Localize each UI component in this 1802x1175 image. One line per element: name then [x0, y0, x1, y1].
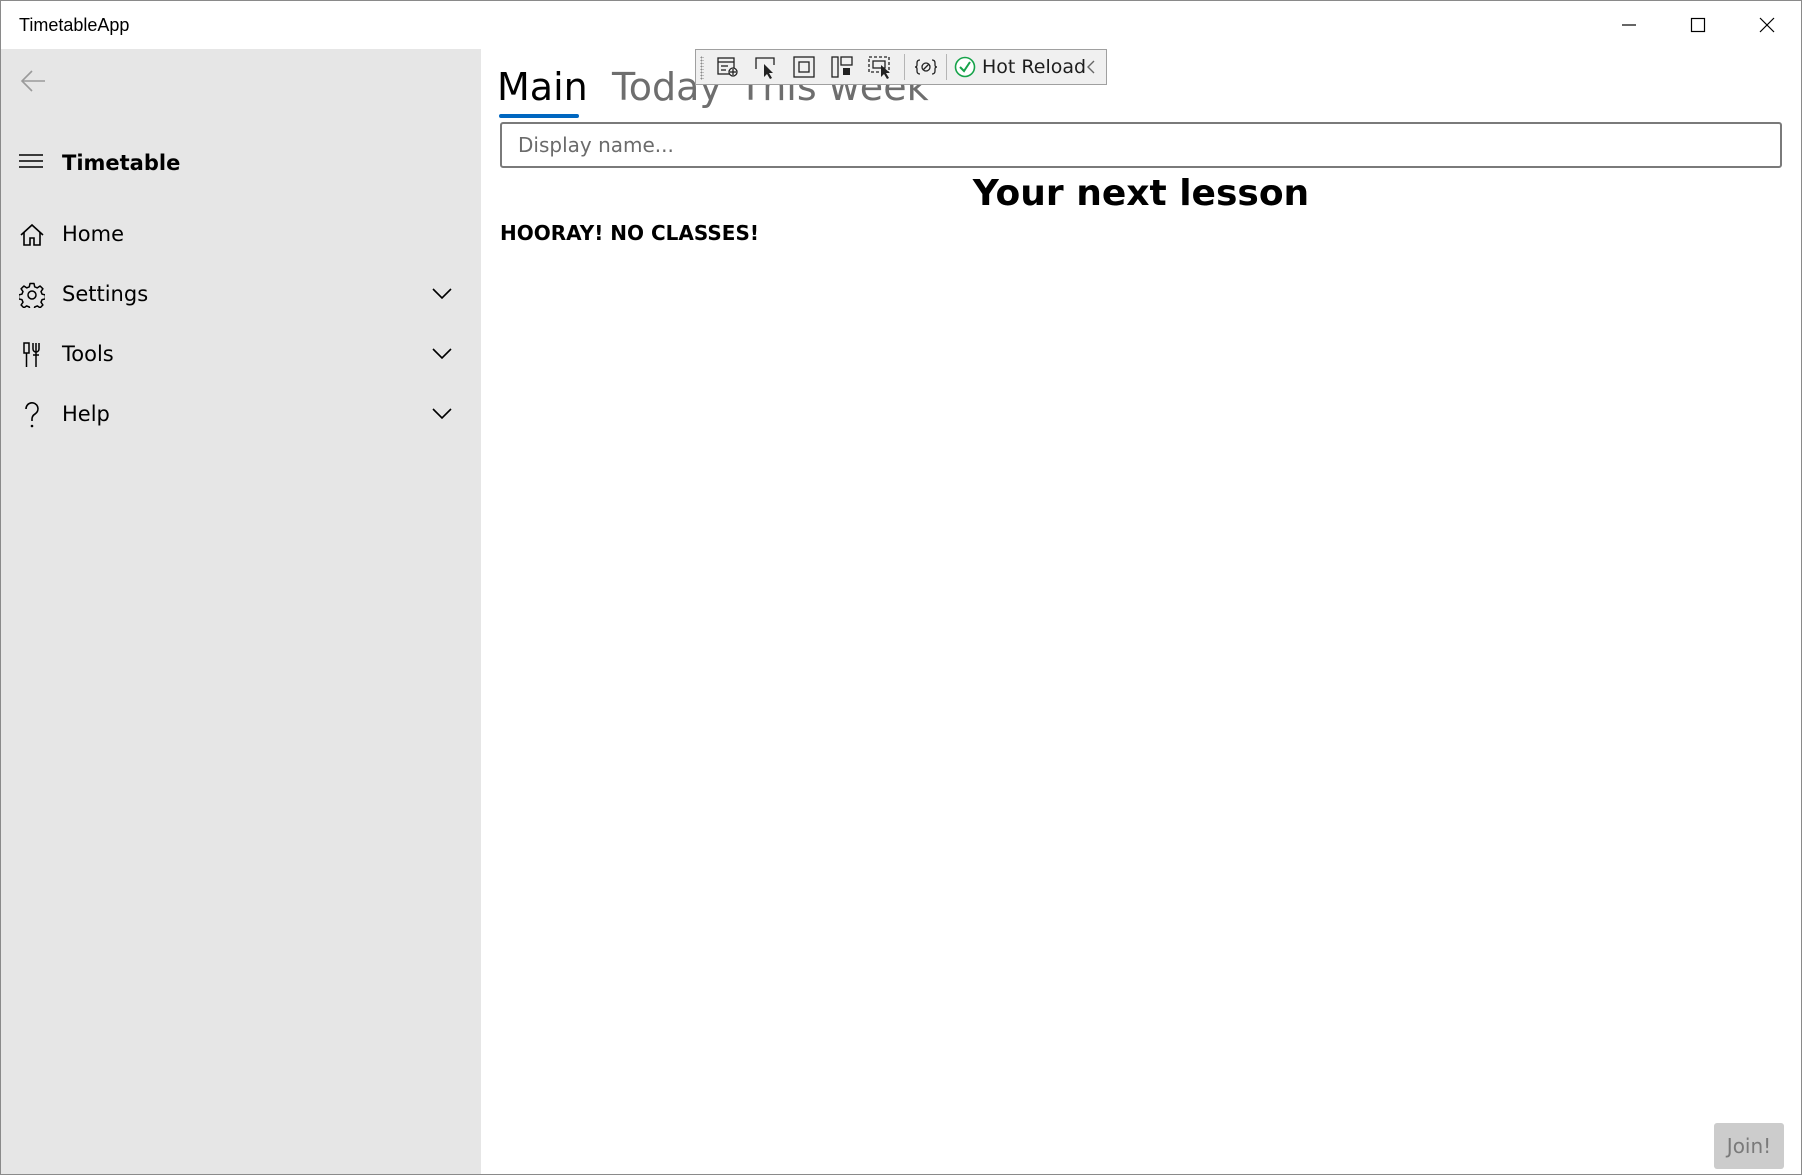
tools-icon	[19, 341, 45, 369]
toolbar-separator	[904, 54, 905, 80]
sidebar-item-label: Tools	[62, 342, 114, 366]
hamburger-menu-icon	[19, 154, 43, 168]
hot-reload-button[interactable]: Hot Reload	[954, 53, 1086, 81]
chevron-down-icon	[432, 348, 452, 360]
select-element-button[interactable]	[750, 53, 782, 81]
gear-icon	[19, 281, 45, 309]
sidebar-item-label: Settings	[62, 282, 149, 306]
lesson-status-text: HOORAY! NO CLASSES!	[500, 221, 759, 245]
maximize-button[interactable]	[1663, 1, 1732, 49]
question-icon	[19, 401, 45, 429]
back-arrow-icon	[20, 70, 45, 92]
live-visual-tree-button[interactable]	[712, 53, 744, 81]
home-icon	[19, 221, 45, 249]
in-app-selection-button[interactable]	[864, 53, 896, 81]
track-focus-button[interactable]	[826, 53, 858, 81]
sidebar-item-label: Home	[62, 222, 125, 246]
selected-tab-indicator	[499, 114, 579, 118]
close-button[interactable]	[1732, 1, 1801, 49]
hot-reload-label: Hot Reload	[982, 56, 1087, 78]
track-focus-icon	[831, 56, 853, 78]
go-to-live-visual-tree-icon	[717, 57, 738, 77]
chevron-down-icon	[432, 288, 452, 300]
binding-failures-icon	[914, 59, 938, 75]
toolbar-separator	[946, 54, 947, 80]
navigation-pane: Timetable Home Settings Tools Help	[1, 49, 481, 1174]
collapse-toolbar-button[interactable]	[1080, 53, 1102, 81]
next-lesson-heading: Your next lesson	[972, 173, 1310, 214]
title-bar: TimetableApp	[1, 1, 1801, 49]
toolbar-grip[interactable]	[700, 56, 704, 80]
pane-header[interactable]: Timetable	[1, 141, 481, 185]
binding-failures-button[interactable]	[910, 53, 942, 81]
sidebar-item-settings[interactable]: Settings	[1, 267, 481, 323]
debug-toolbar: Hot Reload	[695, 49, 1107, 85]
hot-reload-ok-icon	[954, 56, 976, 78]
display-name-input[interactable]	[500, 122, 1782, 168]
pane-title: Timetable	[62, 151, 181, 175]
sidebar-item-tools[interactable]: Tools	[1, 327, 481, 383]
chevron-left-icon	[1087, 60, 1095, 74]
display-layout-adorners-icon	[793, 56, 815, 78]
sidebar-item-label: Help	[62, 402, 110, 426]
sidebar-item-help[interactable]: Help	[1, 387, 481, 443]
sidebar-item-home[interactable]: Home	[1, 207, 481, 263]
minimize-icon	[1621, 24, 1636, 26]
window-title: TimetableApp	[19, 15, 130, 35]
chevron-down-icon	[432, 408, 452, 420]
join-button[interactable]: Join!	[1714, 1123, 1784, 1169]
minimize-button[interactable]	[1594, 1, 1663, 49]
back-button[interactable]	[13, 61, 53, 101]
maximize-icon	[1690, 17, 1705, 33]
in-app-selection-icon	[868, 56, 890, 79]
main-content: Main Today This week Your next lesson HO…	[481, 49, 1801, 1174]
app-window: TimetableApp Timetable Home Settings Too…	[0, 0, 1802, 1175]
close-icon	[1759, 17, 1774, 33]
tab-main[interactable]: Main	[497, 65, 588, 109]
layout-adorners-button[interactable]	[788, 53, 820, 81]
select-element-icon	[755, 57, 775, 79]
